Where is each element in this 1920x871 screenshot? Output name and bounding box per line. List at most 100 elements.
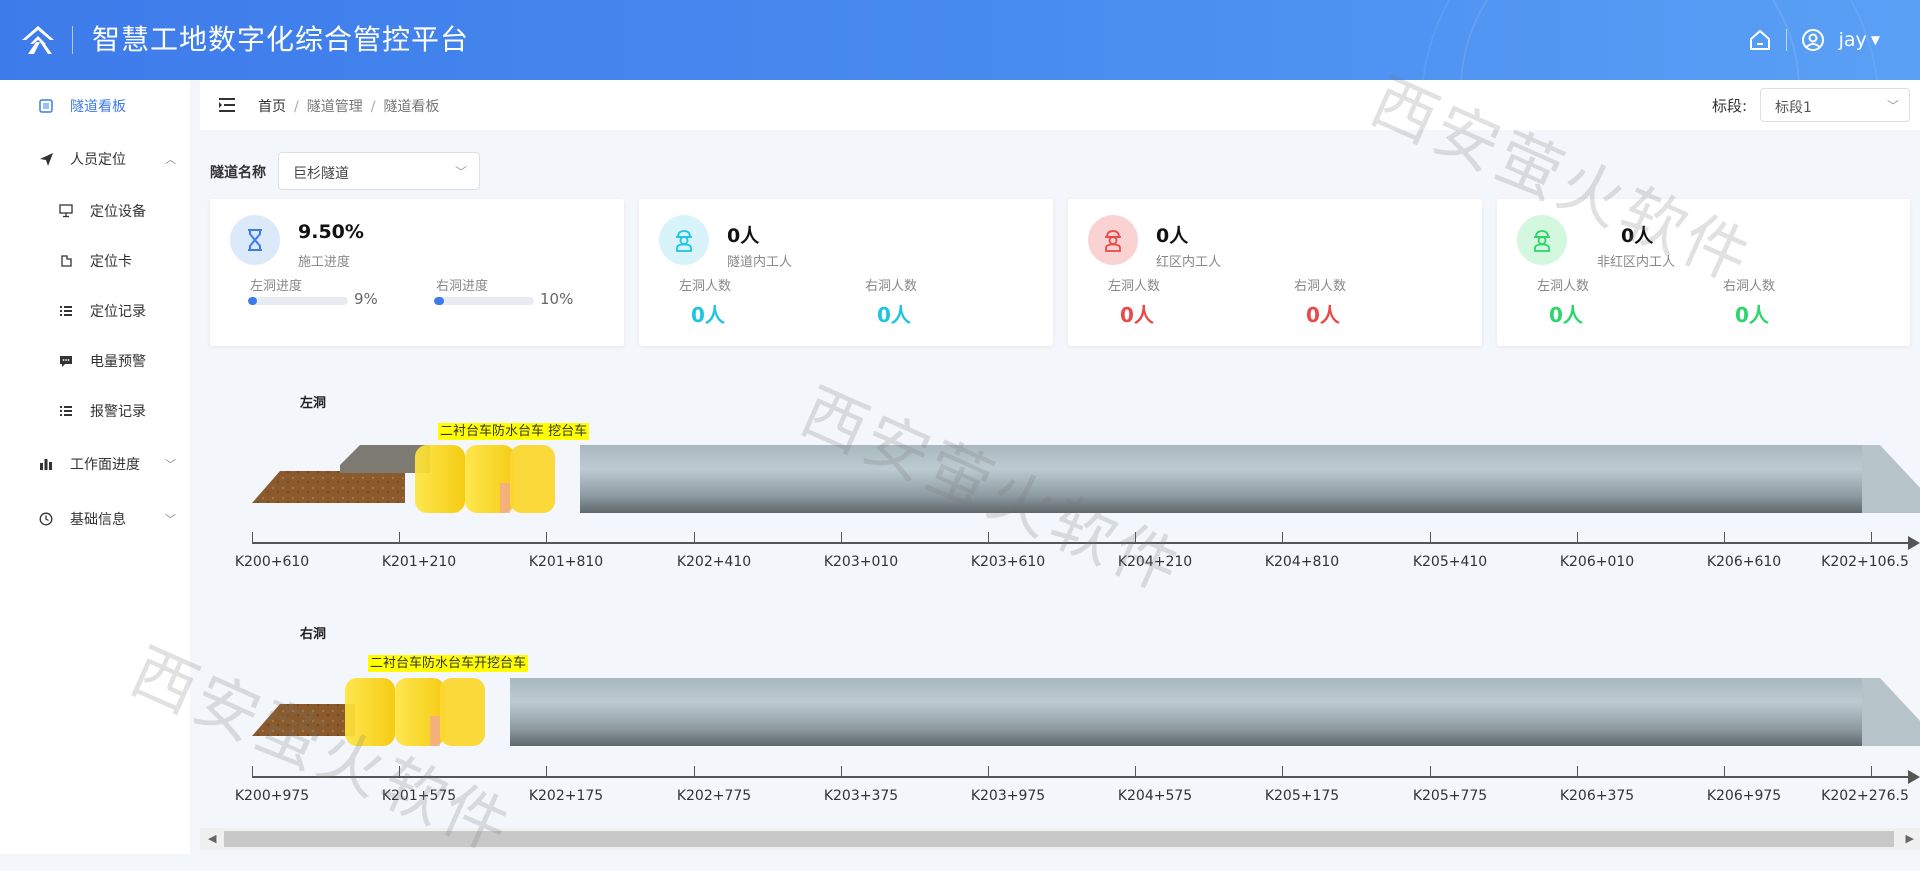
segment-select[interactable]: 标段1 ﹀	[1760, 88, 1910, 122]
top-header: 智慧工地数字化综合管控平台 jay ▼	[0, 0, 1920, 80]
sidebar-item-personnel-location[interactable]: 人员定位 ︿	[0, 139, 190, 179]
axis-tick	[1282, 532, 1283, 542]
horizontal-scrollbar[interactable]: ◀ ▶	[200, 828, 1920, 850]
sidebar-item-tunnel-board[interactable]: 隧道看板	[0, 86, 190, 126]
sidebar-item-label: 基础信息	[70, 512, 126, 528]
scroll-left-arrow-icon[interactable]: ◀	[208, 832, 216, 845]
header-actions: jay ▼	[1748, 24, 1880, 56]
sidebar-item-location-card[interactable]: 定位卡	[0, 241, 190, 281]
axis-tick-label: K200+975	[234, 788, 310, 804]
axis-tick	[841, 532, 842, 542]
sidebar-item-alarm-records[interactable]: 报警记录	[0, 391, 190, 431]
axis-line	[252, 542, 1910, 544]
left-tunnel-graphic	[252, 445, 1920, 513]
app-logo	[22, 26, 54, 54]
left-tunnel-count: 左洞人数 0人	[1537, 279, 1590, 327]
sidebar-item-location-device[interactable]: 定位设备	[0, 191, 190, 231]
tunnel-name-value: 巨杉隧道	[293, 166, 349, 182]
send-icon	[38, 151, 54, 167]
axis-tick	[1135, 532, 1136, 542]
chevron-up-icon: ︿	[165, 153, 176, 166]
caret-down-icon: ▼	[1870, 33, 1880, 47]
breadcrumb-home[interactable]: 首页	[258, 99, 286, 115]
user-menu[interactable]: jay ▼	[1839, 29, 1880, 51]
header-divider	[72, 26, 73, 54]
axis-tick	[1430, 766, 1431, 776]
excavation-trolley	[510, 445, 555, 513]
axis-tick	[546, 766, 547, 776]
sidebar-item-basic-info[interactable]: 基础信息 ﹀	[0, 499, 190, 539]
construction-progress-card: 9.50% 施工进度 左洞进度 右洞进度 9% 10%	[210, 199, 624, 346]
sidebar-item-label: 报警记录	[90, 404, 146, 420]
user-avatar-icon[interactable]	[1801, 28, 1825, 52]
axis-arrow	[1908, 770, 1920, 784]
axis-tick	[399, 766, 400, 776]
axis-tick-label: K205+410	[1412, 554, 1488, 570]
axis-tick	[1871, 532, 1872, 542]
excavation-trolley	[440, 678, 485, 746]
clock-icon	[38, 511, 54, 527]
lining-trolley	[415, 445, 465, 513]
left-progress-bar	[248, 297, 348, 305]
red-zone-workers-card: 0人 红区内工人 左洞人数 0人 右洞人数 0人	[1068, 199, 1482, 346]
tunnel-name-select[interactable]: 巨杉隧道 ﹀	[278, 152, 480, 190]
card-icon	[58, 253, 74, 269]
red-zone-workers-label: 红区内工人	[1156, 255, 1222, 270]
sidebar-item-work-progress[interactable]: 工作面进度 ﹀	[0, 444, 190, 484]
list-icon	[58, 303, 74, 319]
chevron-down-icon: ﹀	[165, 458, 176, 471]
axis-tick	[1724, 532, 1725, 542]
axis-tick-label: K202+106.5	[1821, 554, 1909, 570]
tunnel-workers-label: 隧道内工人	[727, 255, 793, 270]
axis-tick-label: K204+810	[1264, 554, 1340, 570]
axis-tick	[399, 532, 400, 542]
chevron-down-icon: ﹀	[454, 165, 467, 179]
axis-tick-label: K201+810	[528, 554, 604, 570]
progress-value: 9.50%	[298, 221, 364, 243]
scroll-right-arrow-icon[interactable]: ▶	[1906, 832, 1914, 845]
header-divider	[1785, 29, 1787, 51]
axis-tick	[546, 532, 547, 542]
tunnel-workers-card: 0人 隧道内工人 左洞人数 0人 右洞人数 0人	[639, 199, 1053, 346]
breadcrumb: 首页 / 隧道管理 / 隧道看板	[258, 99, 440, 115]
dashboard-icon	[38, 98, 54, 114]
red-zone-workers-value: 0人	[1156, 225, 1189, 247]
progress-label: 施工进度	[298, 255, 351, 270]
non-red-zone-workers-value: 0人	[1621, 225, 1654, 247]
username: jay	[1838, 29, 1867, 51]
axis-tick-label: K206+610	[1706, 554, 1782, 570]
axis-tick-label: K202+410	[676, 554, 752, 570]
scrollbar-thumb[interactable]	[224, 831, 1894, 847]
axis-tick-label: K201+575	[381, 788, 457, 804]
lining-trolley	[345, 678, 395, 746]
home-icon[interactable]	[1748, 28, 1772, 52]
sidebar: 隧道看板 人员定位 ︿ 定位设备 定位卡 定位记录 电量预警 报警记录 工作面进…	[0, 80, 190, 854]
left-progress-fill	[248, 297, 257, 305]
axis-tick-label: K201+210	[381, 554, 457, 570]
breadcrumb-tunnel-management[interactable]: 隧道管理	[307, 99, 363, 115]
axis-tick-label: K203+610	[970, 554, 1046, 570]
axis-tick-label: K206+975	[1706, 788, 1782, 804]
axis-tick	[1577, 532, 1578, 542]
worker-icon	[1517, 215, 1567, 265]
axis-tick	[841, 766, 842, 776]
axis-tick	[1135, 766, 1136, 776]
list-icon	[58, 403, 74, 419]
sidebar-item-battery-warning[interactable]: 电量预警	[0, 341, 190, 381]
axis-tick-label: K202+775	[676, 788, 752, 804]
axis-tick	[1724, 766, 1725, 776]
axis-tick	[988, 766, 989, 776]
menu-fold-icon[interactable]	[218, 96, 236, 114]
right-progress-bar	[434, 297, 534, 305]
right-progress-percent: 10%	[540, 290, 574, 308]
axis-tick-label: K203+010	[823, 554, 899, 570]
axis-tick	[694, 766, 695, 776]
tunnel-name-label: 隧道名称	[210, 165, 266, 181]
right-tunnel-count: 右洞人数 0人	[1294, 279, 1347, 327]
axis-tick-label: K203+975	[970, 788, 1046, 804]
left-tunnel-count: 左洞人数 0人	[679, 279, 732, 327]
sidebar-item-location-records[interactable]: 定位记录	[0, 291, 190, 331]
axis-tick	[1871, 766, 1872, 776]
top-toolbar: 首页 / 隧道管理 / 隧道看板 标段: 标段1 ﹀	[200, 80, 1920, 130]
tunnel-tube	[510, 678, 1870, 746]
